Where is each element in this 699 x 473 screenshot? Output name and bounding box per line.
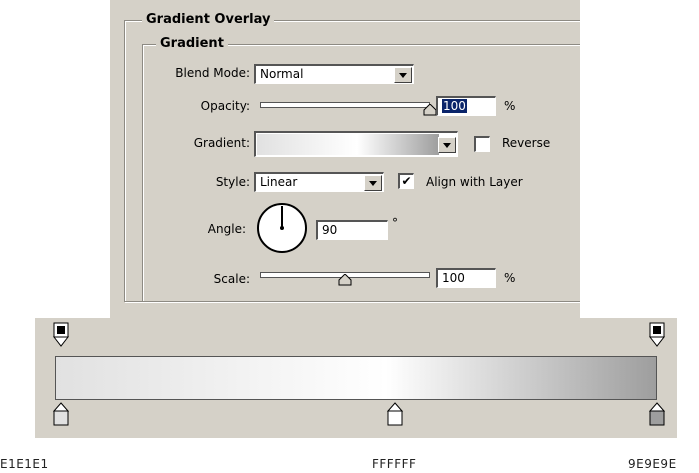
checkmark-icon: ✔ <box>401 174 412 188</box>
blend-mode-label: Blend Mode: <box>175 66 250 80</box>
opacity-stop-right[interactable] <box>649 322 665 350</box>
align-with-layer-checkbox[interactable]: ✔ <box>398 173 414 189</box>
opacity-slider-handle[interactable] <box>423 104 437 116</box>
color-stop-left[interactable] <box>53 402 69 430</box>
angle-unit: ° <box>392 216 398 230</box>
gradient-overlay-panel: Gradient Overlay Gradient Blend Mode: No… <box>110 0 580 318</box>
align-with-layer-label: Align with Layer <box>426 175 523 189</box>
angle-value: 90 <box>322 223 338 237</box>
scale-slider-handle[interactable] <box>338 274 352 286</box>
color-stop-right[interactable] <box>649 402 665 430</box>
angle-dial[interactable] <box>255 201 309 255</box>
scale-label: Scale: <box>213 272 250 286</box>
blend-mode-select[interactable]: Normal <box>254 64 414 84</box>
opacity-unit: % <box>504 99 516 113</box>
chevron-down-icon[interactable] <box>364 175 382 191</box>
angle-label: Angle: <box>207 222 246 236</box>
section-title: Gradient Overlay <box>142 12 275 27</box>
angle-input[interactable]: 90 <box>316 220 388 240</box>
opacity-slider-track[interactable] <box>260 102 430 108</box>
style-select[interactable]: Linear <box>254 172 384 192</box>
opacity-stop-left[interactable] <box>53 322 69 350</box>
scale-value: 100 <box>442 271 465 285</box>
blend-mode-value: Normal <box>260 67 304 81</box>
gradient-picker[interactable] <box>254 131 458 157</box>
reverse-checkbox[interactable] <box>474 136 490 152</box>
opacity-label: Opacity: <box>200 99 250 113</box>
opacity-value: 100 <box>442 99 467 113</box>
gradient-preview <box>257 134 439 155</box>
gradient-editor <box>35 318 677 438</box>
scale-input[interactable]: 100 <box>436 268 496 288</box>
chevron-down-icon[interactable] <box>394 67 412 83</box>
scale-unit: % <box>504 271 516 285</box>
stop-color-label-left: E1E1E1 <box>0 457 49 471</box>
gradient-bar[interactable] <box>55 356 657 400</box>
gradient-label: Gradient: <box>193 136 250 150</box>
style-value: Linear <box>260 175 298 189</box>
reverse-label: Reverse <box>502 136 551 150</box>
color-stop-middle[interactable] <box>387 402 403 430</box>
stop-color-label-right: 9E9E9E <box>628 457 677 471</box>
chevron-down-icon[interactable] <box>438 137 456 153</box>
group-title: Gradient <box>156 36 228 51</box>
style-label: Style: <box>215 175 250 189</box>
opacity-input[interactable]: 100 <box>436 96 496 116</box>
stop-color-label-middle: FFFFFF <box>372 457 417 471</box>
